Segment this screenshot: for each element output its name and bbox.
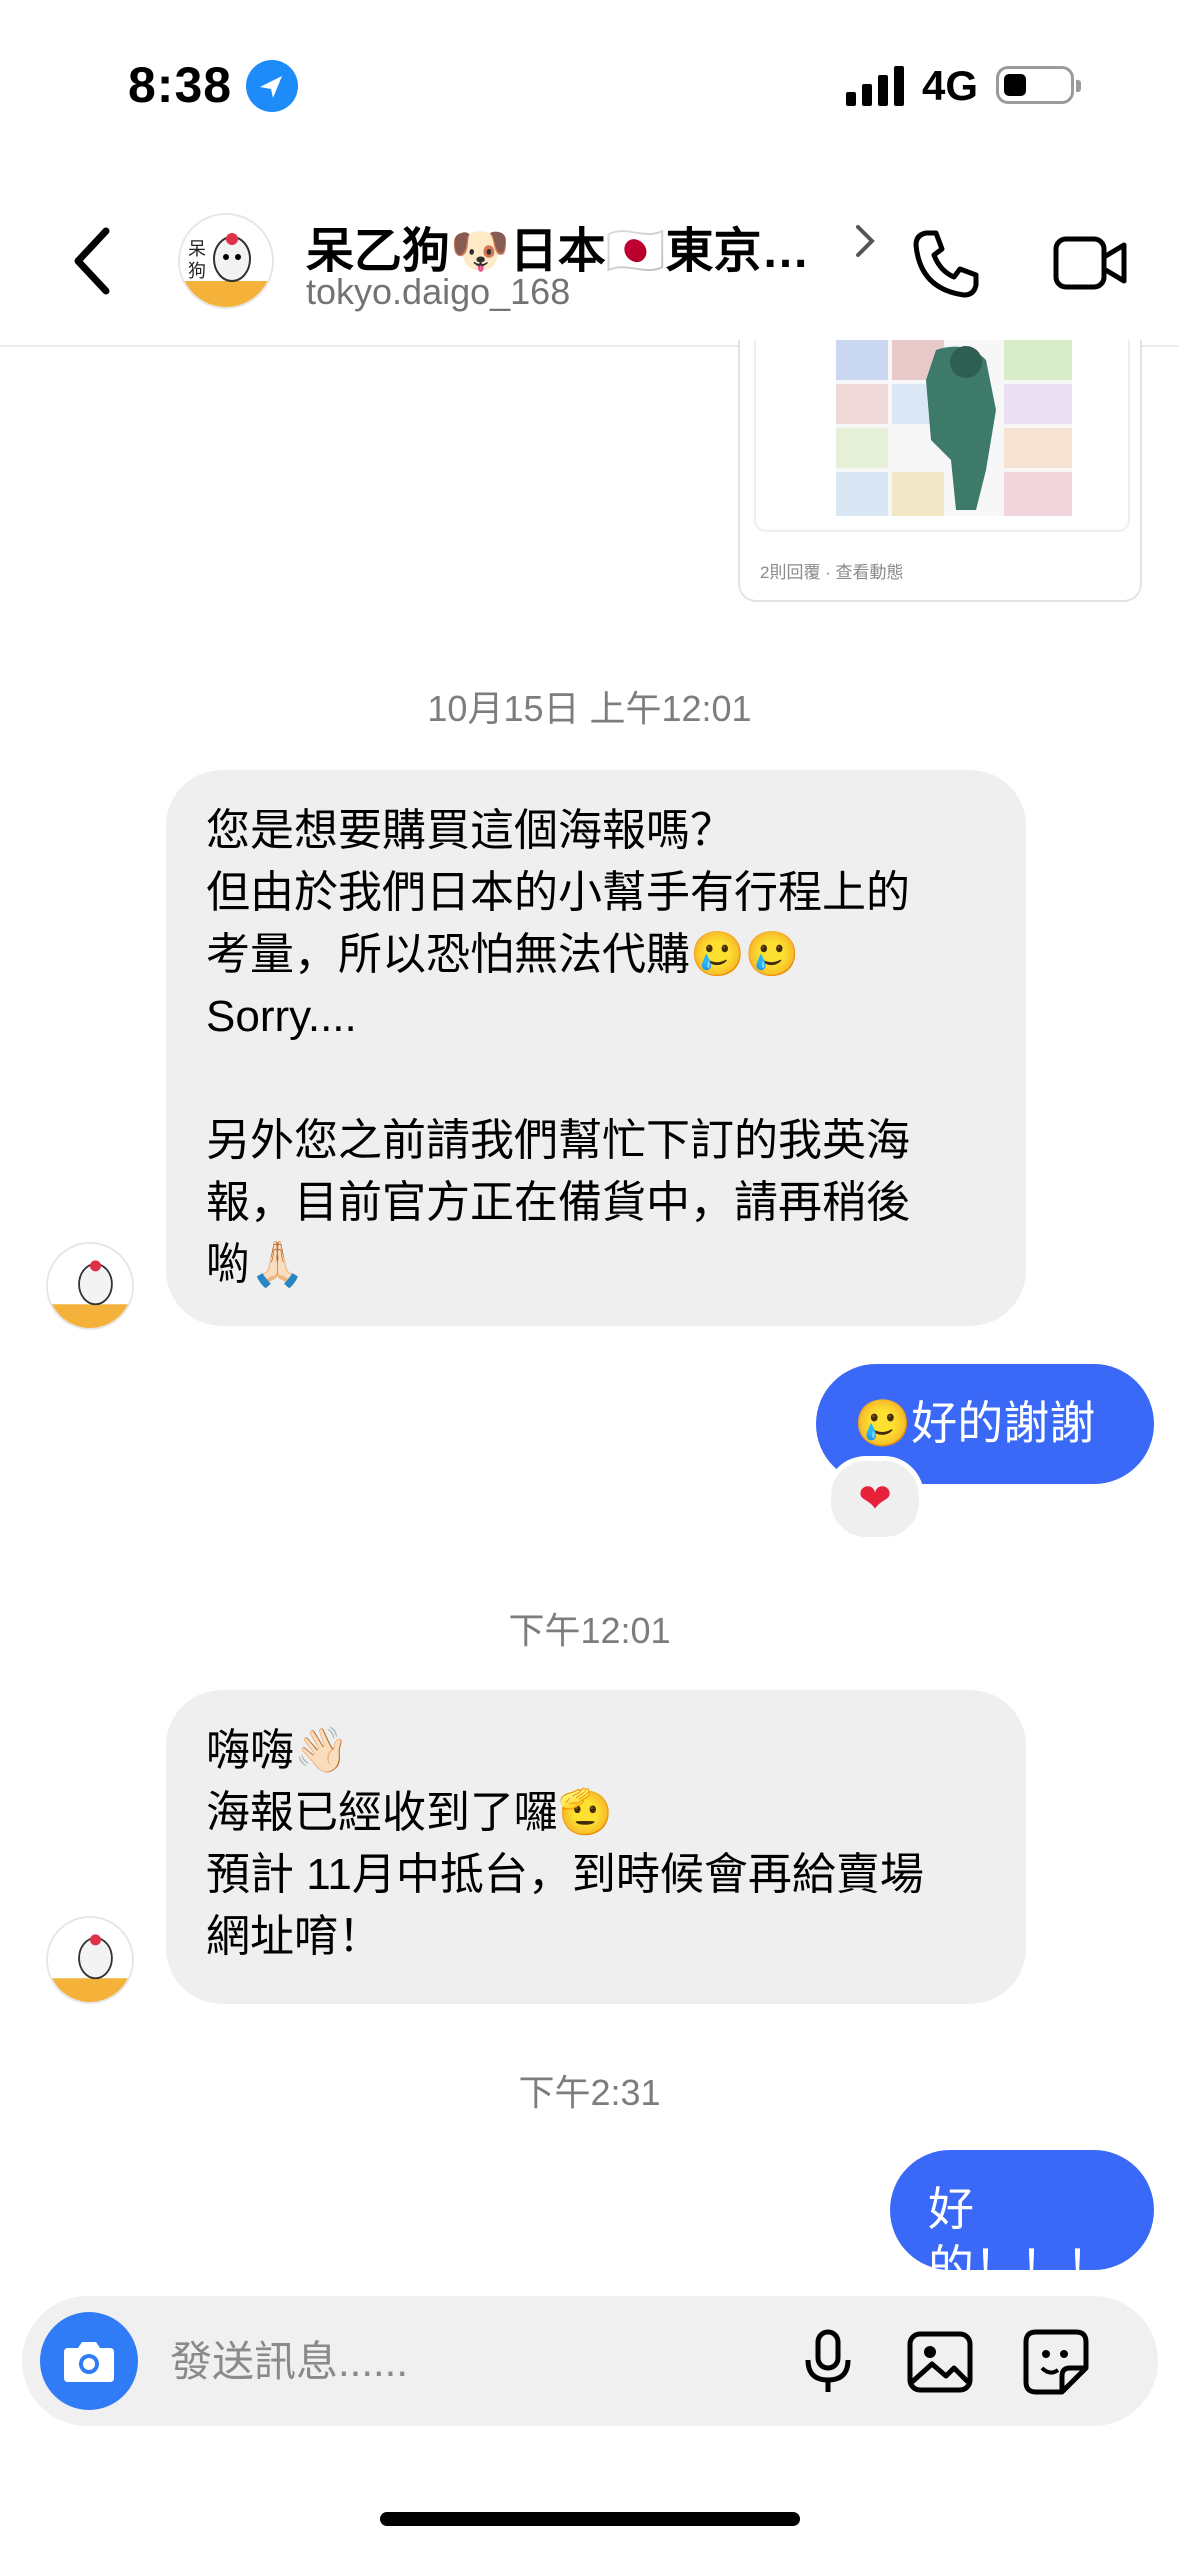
outgoing-message-bubble[interactable]: 好的！！！ <box>890 2150 1154 2293</box>
microphone-icon[interactable] <box>790 2324 866 2400</box>
sender-avatar[interactable] <box>46 1242 134 1330</box>
sticker-icon[interactable] <box>1018 2324 1094 2400</box>
post-thumbnail-frame <box>754 340 1130 532</box>
post-meta[interactable]: 2則回覆 · 查看動態 <box>760 558 904 583</box>
voice-call-button[interactable] <box>906 223 986 303</box>
avatar-caption: 呆 <box>188 239 206 260</box>
message-input[interactable] <box>168 2330 772 2394</box>
incoming-message-bubble[interactable]: 嗨嗨👋🏻 海報已經收到了囉🫡 預計 11月中抵台，到時候會再給賣場 網址唷！ <box>166 1690 1026 2004</box>
back-button[interactable] <box>60 221 130 301</box>
location-arrow-icon <box>246 60 298 112</box>
timestamp: 10月15日 上午12:01 <box>427 688 752 729</box>
post-image <box>836 340 1072 516</box>
shared-post-card[interactable]: 2則回覆 · 查看動態 <box>738 340 1142 602</box>
contact-username[interactable]: tokyo.daigo_168 <box>306 271 570 313</box>
header-avatar[interactable]: 呆 狗 <box>178 213 274 309</box>
chevron-right-icon[interactable] <box>852 221 878 261</box>
incoming-message-bubble[interactable]: 您是想要購買這個海報嗎？ 但由於我們日本的小幫手有行程上的 考量，所以恐怕無法代… <box>166 770 1026 1326</box>
heart-reaction[interactable]: ❤ <box>826 1456 924 1542</box>
camera-button[interactable] <box>40 2312 138 2410</box>
message-composer <box>22 2296 1158 2426</box>
status-time: 8:38 <box>128 57 233 113</box>
gallery-icon[interactable] <box>902 2324 978 2400</box>
timestamp: 下午12:01 <box>508 1610 671 1651</box>
sender-avatar[interactable] <box>46 1916 134 2004</box>
chat-header: 呆 狗 呆乙狗🐶日本🇯🇵東京… tokyo.daigo_168 <box>0 195 1179 347</box>
svg-text:狗: 狗 <box>188 261 206 282</box>
network-label: 4G <box>922 62 979 109</box>
video-call-button[interactable] <box>1050 223 1130 303</box>
home-indicator <box>380 2512 800 2526</box>
battery-icon <box>996 66 1081 104</box>
timestamp: 下午2:31 <box>518 2072 661 2113</box>
signal-icon <box>846 64 904 106</box>
